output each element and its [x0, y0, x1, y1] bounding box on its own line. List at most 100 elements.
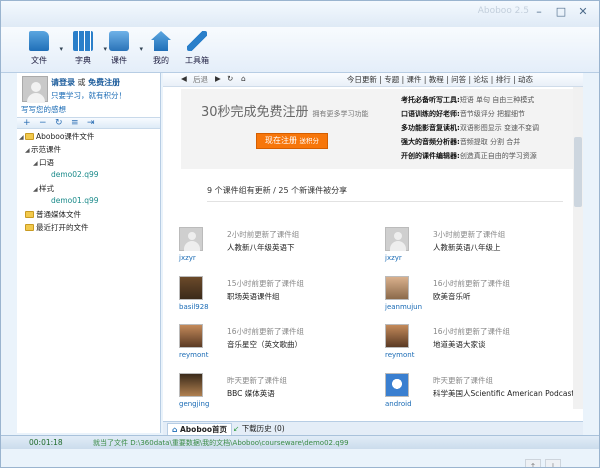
list-icon[interactable]: ≡	[71, 118, 79, 129]
user-avatar[interactable]	[179, 373, 203, 397]
user-avatar[interactable]	[385, 276, 409, 300]
course-link[interactable]: 人教新英语八年级上	[433, 242, 501, 253]
file-tool-button[interactable]: 文件 ▾	[19, 31, 63, 69]
banner-headline-text: 30秒完成免费注册	[201, 105, 309, 120]
refresh-icon[interactable]: ↻	[55, 118, 63, 129]
feature-title: 开创的课件编辑器:	[401, 152, 460, 160]
nav-link-forum[interactable]: 论坛	[473, 75, 488, 84]
feature-text: 创造真正自由的学习资源	[459, 152, 537, 160]
remove-icon[interactable]: −	[39, 118, 47, 129]
tree-node-oral-file[interactable]: demo02.q99	[51, 170, 99, 179]
tree-node-recent[interactable]: 最近打开的文件	[25, 222, 89, 233]
close-button[interactable]: ✕	[573, 4, 593, 20]
main-toolbar: 文件 ▾ 字典 ▾ 课件 ▾ 我的 工具箱	[1, 27, 599, 73]
course-link[interactable]: 人教新八年级英语下	[227, 242, 295, 253]
course-link[interactable]: 职场英语课件组	[227, 291, 280, 302]
banner-headline-small: 拥有更多学习功能	[312, 110, 369, 118]
back-link[interactable]: 后退	[193, 74, 208, 85]
update-item: jxzyr 3小时前更新了课件组 人教新英语八年级上	[385, 227, 585, 267]
user-link[interactable]: jxzyr	[179, 254, 196, 262]
my-tool-button[interactable]: 我的	[141, 31, 181, 69]
feature-text: 双语影图显示 变速不变调	[459, 124, 540, 132]
user-avatar[interactable]	[179, 276, 203, 300]
course-link[interactable]: 音乐星空（英文歌曲）	[227, 339, 302, 350]
user-avatar[interactable]	[385, 373, 409, 397]
scrollbar-thumb[interactable]	[574, 137, 582, 207]
dictionary-tool-button[interactable]: 字典 ▾	[63, 31, 107, 69]
sidebar: 请登录 或 免费注册 只要学习，就有积分！ 写写您的感想 + − ↻ ≡ ⇥ ◢…	[17, 73, 161, 433]
user-link[interactable]: reymont	[385, 351, 414, 359]
nav-link-activity[interactable]: 动态	[518, 75, 533, 84]
main-content: ◀ 后退 ▶ ↻ ⌂ 今日更新 | 专题 | 课件 | 教程 | 问答 | 论坛…	[163, 73, 585, 467]
feature-line: 考托必备听写工具:短语 单句 自由三种模式	[401, 95, 534, 105]
vertical-scrollbar[interactable]	[573, 87, 583, 409]
user-link[interactable]: android	[385, 400, 412, 408]
register-bonus-label: 送积分	[299, 137, 320, 145]
register-now-button[interactable]: 现在注册 送积分	[256, 133, 328, 149]
tree-node-style[interactable]: ◢样式	[33, 183, 54, 194]
tree-node-root-label: Aboboo课件文件	[36, 132, 95, 141]
nav-link-qa[interactable]: 问答	[451, 75, 466, 84]
tab-download-history[interactable]: ↙ 下载历史 (0)	[229, 423, 289, 435]
window-title: Aboboo 2.5	[477, 6, 529, 16]
maximize-button[interactable]: □	[551, 4, 571, 20]
user-link[interactable]: gengjing	[179, 400, 209, 408]
courseware-tool-button[interactable]: 课件 ▾	[99, 31, 143, 69]
user-avatar[interactable]	[385, 324, 409, 348]
nav-link-today[interactable]: 今日更新	[347, 75, 377, 84]
tab-download-label: 下载历史 (0)	[241, 424, 285, 433]
nav-links: 今日更新 | 专题 | 课件 | 教程 | 问答 | 论坛 | 排行 | 动态	[346, 75, 533, 84]
login-line: 请登录 或 免费注册	[51, 77, 120, 88]
nav-link-tutorial[interactable]: 教程	[429, 75, 444, 84]
avatar[interactable]	[22, 76, 48, 103]
back-arrow-icon[interactable]: ◀	[181, 74, 187, 83]
update-item: android 昨天更新了课件组 科学美国人Scientific America…	[385, 373, 585, 413]
add-icon[interactable]: +	[23, 118, 31, 129]
course-link[interactable]: 欧美音乐听	[433, 291, 471, 302]
user-avatar[interactable]	[385, 227, 409, 251]
register-link[interactable]: 免费注册	[88, 78, 120, 87]
nav-link-ranking[interactable]: 排行	[496, 75, 511, 84]
home-icon[interactable]: ⌂	[241, 74, 246, 83]
feature-title: 多功能影音复读机:	[401, 124, 460, 132]
file-tool-label: 文件	[31, 56, 47, 65]
signature-link[interactable]: 写写您的感想	[21, 104, 66, 115]
nav-link-courseware[interactable]: 课件	[407, 75, 422, 84]
update-time: 昨天更新了课件组	[227, 376, 287, 385]
nav-bar: ◀ 后退 ▶ ↻ ⌂ 今日更新 | 专题 | 课件 | 教程 | 问答 | 论坛…	[163, 73, 583, 87]
scroll-up-button[interactable]: ↑	[525, 459, 541, 467]
feature-line: 多功能影音复读机:双语影图显示 变速不变调	[401, 123, 539, 133]
feature-line: 开创的课件编辑器:创造真正自由的学习资源	[401, 151, 537, 161]
tree-node-style-file[interactable]: demo01.q99	[51, 196, 99, 205]
tab-home[interactable]: ⌂ Aboboo首页	[167, 423, 232, 435]
feature-text: 音频提取 分割 合并	[459, 138, 521, 146]
courseware-icon	[109, 31, 129, 51]
forward-arrow-icon[interactable]: ▶	[215, 74, 221, 83]
tree-node-sample[interactable]: ◢示范课件	[25, 144, 61, 155]
toolbox-tool-button[interactable]: 工具箱	[177, 31, 217, 69]
tree-node-root[interactable]: ◢ Aboboo课件文件	[19, 131, 94, 142]
nav-link-topics[interactable]: 专题	[384, 75, 399, 84]
user-link[interactable]: basil928	[179, 303, 209, 311]
user-avatar[interactable]	[179, 227, 203, 251]
scroll-down-button[interactable]: ↓	[545, 459, 561, 467]
course-link[interactable]: BBC 媒体英语	[227, 388, 275, 399]
feature-line: 口语训练的好老师:音节级评分 把握细节	[401, 109, 525, 119]
bottom-tabs: ⌂ Aboboo首页 ↙ 下载历史 (0)	[163, 421, 583, 435]
login-link[interactable]: 请登录	[51, 78, 75, 87]
minimize-button[interactable]: –	[529, 4, 549, 20]
refresh-icon[interactable]: ↻	[227, 74, 233, 83]
update-item: jeanmujun 16小时前更新了课件组 欧美音乐听	[385, 276, 585, 316]
tree-node-style-label: 样式	[39, 184, 54, 193]
user-avatar[interactable]	[179, 324, 203, 348]
user-link[interactable]: jxzyr	[385, 254, 402, 262]
course-link[interactable]: 地道美语大家谈	[433, 339, 486, 350]
tree-node-media[interactable]: 普通媒体文件	[25, 209, 81, 220]
user-link[interactable]: reymont	[179, 351, 208, 359]
course-link[interactable]: 科学美国人Scientific American Podcast	[433, 388, 574, 399]
collapse-icon[interactable]: ⇥	[87, 118, 95, 129]
tree-node-oral[interactable]: ◢口语	[33, 157, 54, 168]
feature-title: 口语训练的好老师:	[401, 110, 460, 118]
feature-text: 音节级评分 把握细节	[459, 110, 526, 118]
user-link[interactable]: jeanmujun	[385, 303, 422, 311]
